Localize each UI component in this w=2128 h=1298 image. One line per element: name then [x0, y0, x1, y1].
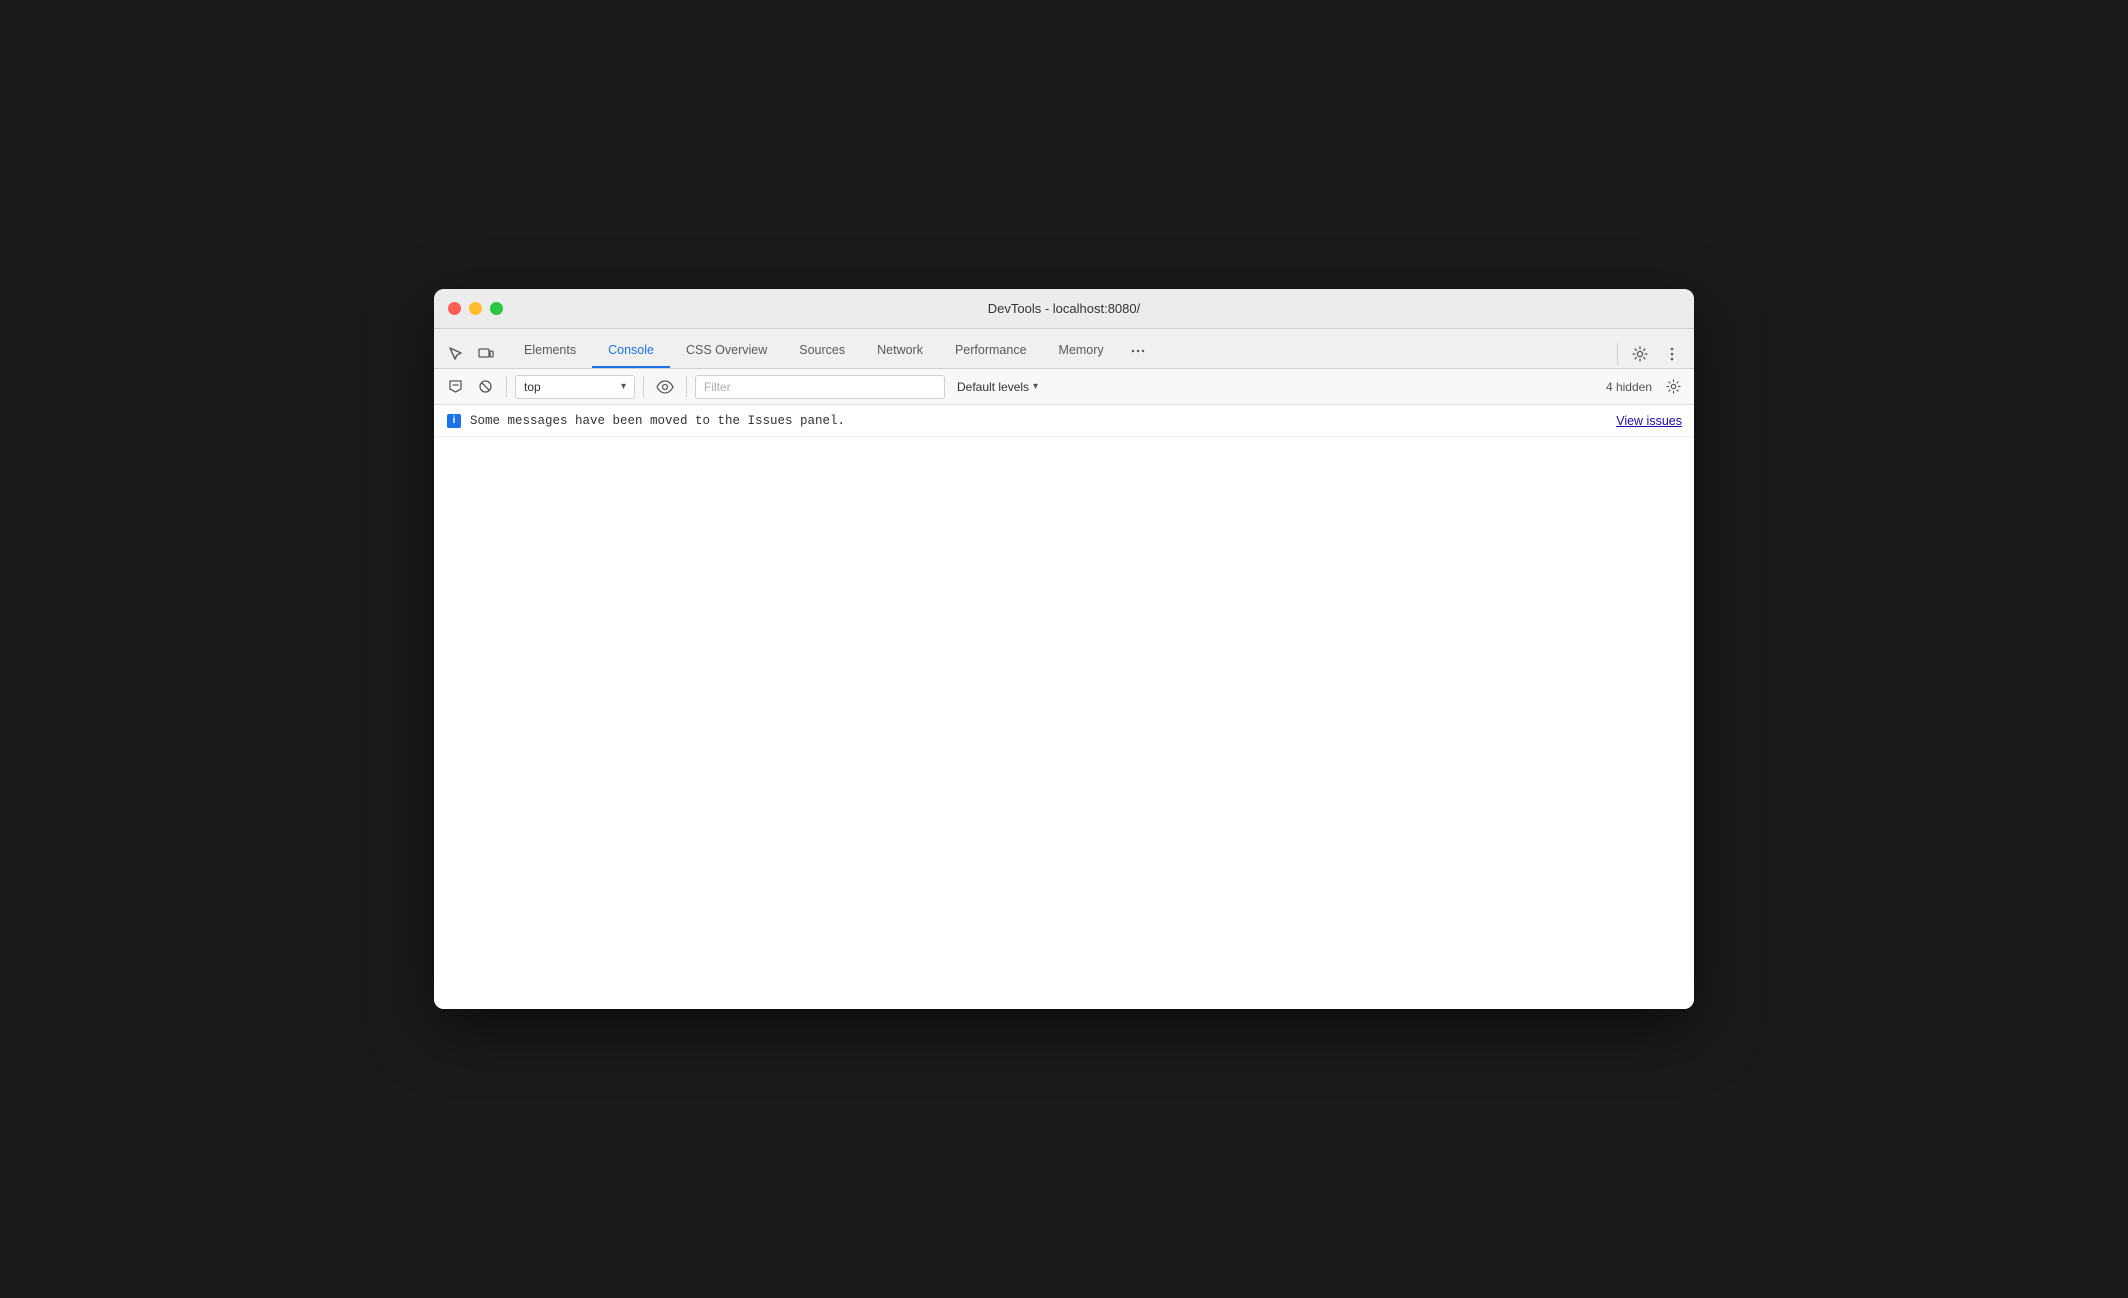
info-icon: i [446, 413, 462, 429]
console-content: i Some messages have been moved to the I… [434, 405, 1694, 1009]
toolbar-right: 4 hidden [1606, 374, 1686, 400]
divider [1617, 343, 1618, 365]
more-tabs-button[interactable] [1124, 337, 1152, 365]
toolbar-separator-3 [686, 377, 687, 397]
tab-console[interactable]: Console [592, 334, 670, 368]
tab-bar: Elements Console CSS Overview Sources Ne… [434, 329, 1694, 369]
context-selector[interactable]: top ▾ [515, 375, 635, 399]
hidden-count: 4 hidden [1606, 380, 1652, 394]
tab-bar-left-controls [442, 340, 500, 368]
clear-console-button[interactable] [442, 374, 468, 400]
context-selector-text: top [524, 380, 615, 394]
tab-sources[interactable]: Sources [783, 334, 861, 368]
title-bar: DevTools - localhost:8080/ [434, 289, 1694, 329]
live-expressions-button[interactable] [652, 374, 678, 400]
more-options-button[interactable] [1658, 340, 1686, 368]
device-toolbar-button[interactable] [472, 340, 500, 368]
levels-selector[interactable]: Default levels ▾ [949, 375, 1046, 399]
toolbar-separator-2 [643, 377, 644, 397]
block-message-button[interactable] [472, 374, 498, 400]
window-title: DevTools - localhost:8080/ [988, 301, 1140, 316]
console-settings-button[interactable] [1660, 374, 1686, 400]
tab-performance[interactable]: Performance [939, 334, 1043, 368]
traffic-lights [448, 302, 503, 315]
tab-css-overview[interactable]: CSS Overview [670, 334, 783, 368]
tab-bar-right-controls [1613, 340, 1686, 368]
tab-network[interactable]: Network [861, 334, 939, 368]
inspect-element-button[interactable] [442, 340, 470, 368]
tabs: Elements Console CSS Overview Sources Ne… [508, 334, 1613, 368]
tab-memory[interactable]: Memory [1043, 334, 1120, 368]
settings-button[interactable] [1626, 340, 1654, 368]
console-toolbar: top ▾ Default levels ▾ 4 hidden [434, 369, 1694, 405]
tab-elements[interactable]: Elements [508, 334, 592, 368]
close-button[interactable] [448, 302, 461, 315]
chevron-down-icon: ▾ [621, 381, 626, 392]
filter-input[interactable] [695, 375, 945, 399]
levels-label: Default levels [957, 380, 1029, 394]
view-issues-link[interactable]: View issues [1616, 414, 1682, 428]
console-message: i Some messages have been moved to the I… [434, 405, 1694, 437]
console-message-text: Some messages have been moved to the Iss… [470, 414, 1604, 428]
minimize-button[interactable] [469, 302, 482, 315]
maximize-button[interactable] [490, 302, 503, 315]
toolbar-separator-1 [506, 377, 507, 397]
devtools-window: DevTools - localhost:8080/ Elements Cons [434, 289, 1694, 1009]
levels-arrow-icon: ▾ [1033, 381, 1038, 392]
